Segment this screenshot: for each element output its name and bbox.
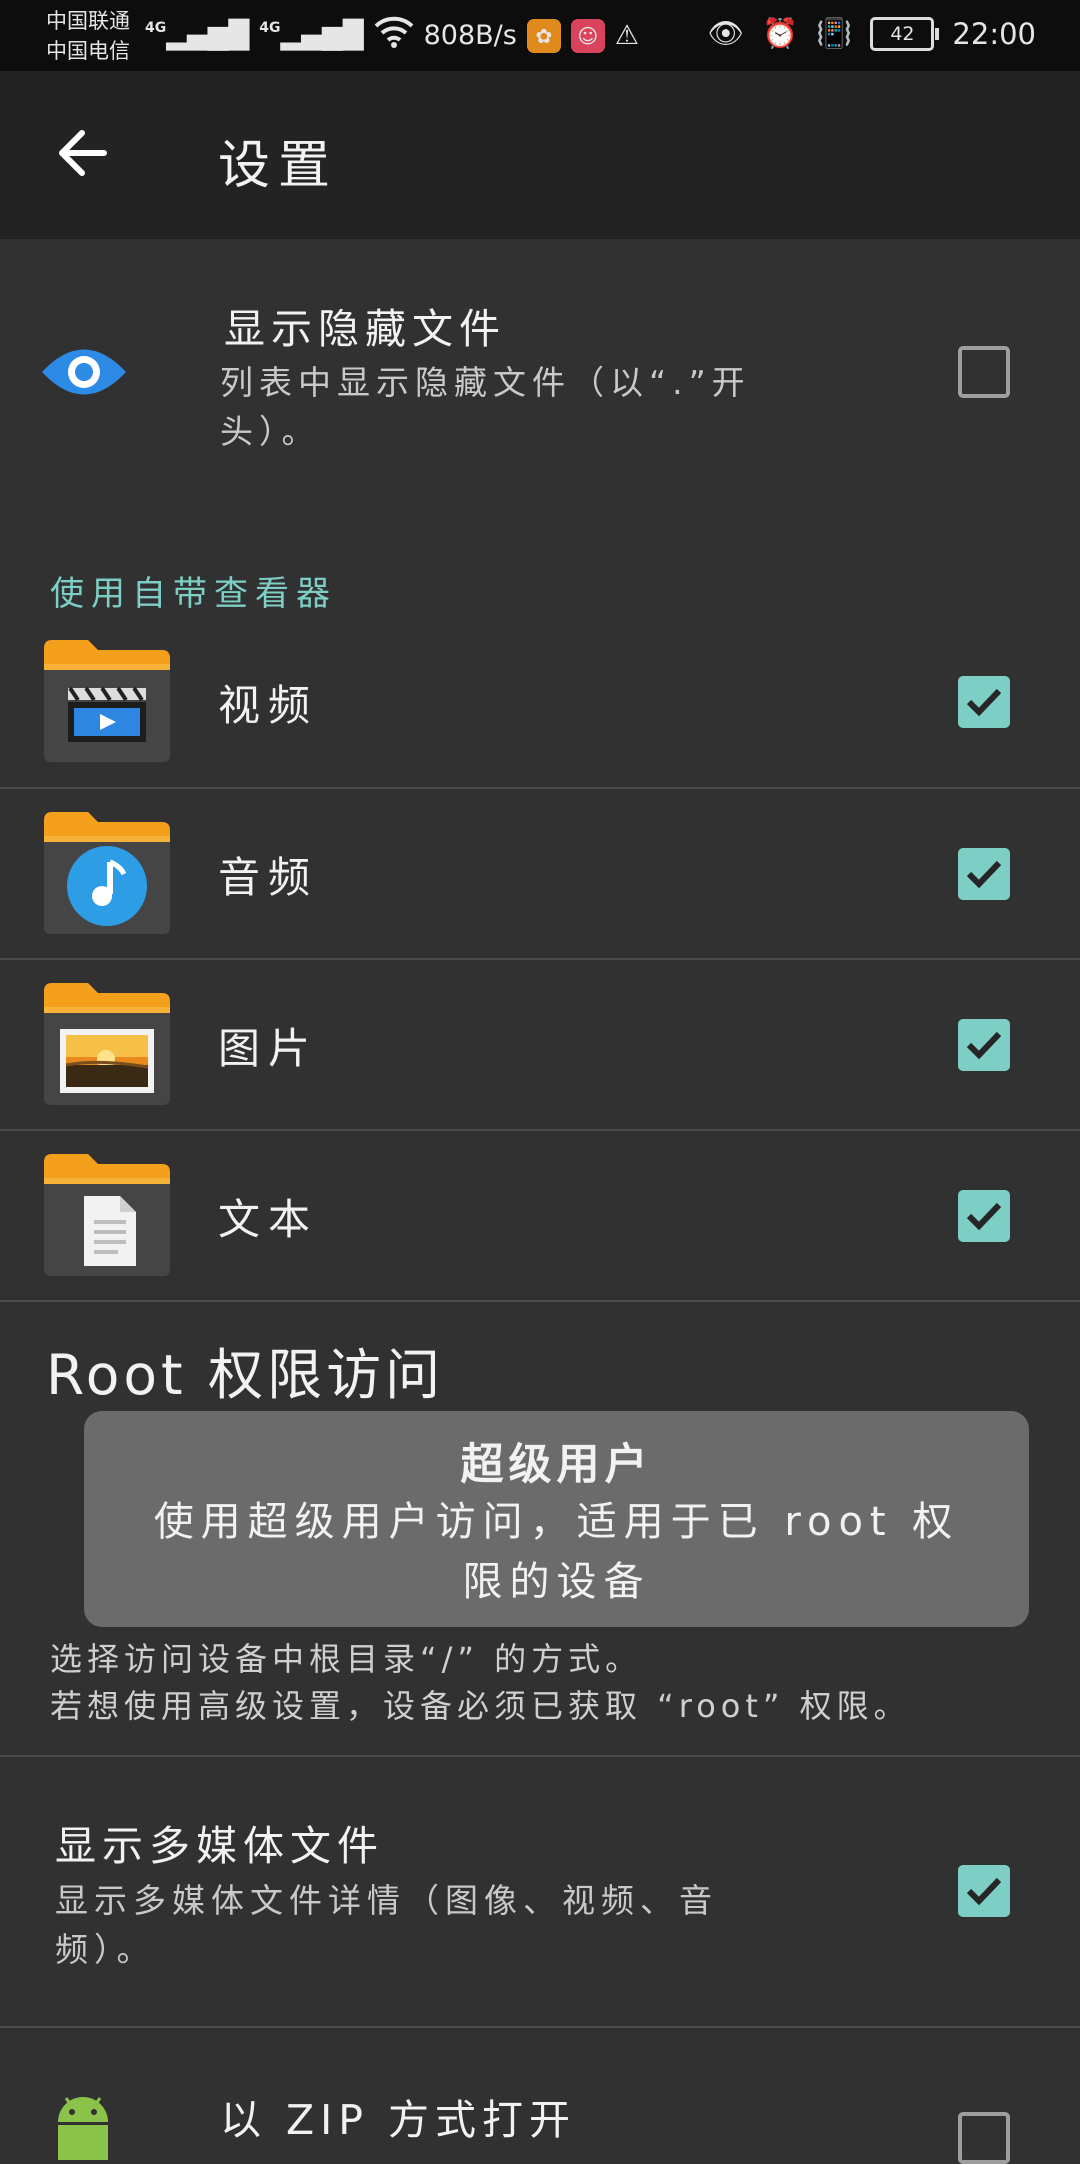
eye-comfort-icon: 👁 [707, 16, 745, 50]
toast-body-line1: 使用超级用户访问，适用于已 root 权 [153, 1499, 960, 1545]
status-left: 4G▂▄▆█ 4G▂▄▆█ 808B/s ✿ ☺ ⚠ [145, 16, 639, 55]
status-right: 👁 ⏰ 📳 42 22:00 [707, 16, 1036, 51]
hidden-files-summary-line1: 列表中显示隐藏文件（以“.”开 [220, 363, 751, 402]
status-bar: 中国联通 中国电信 4G▂▄▆█ 4G▂▄▆█ 808B/s ✿ ☺ ⚠ 👁 ⏰… [0, 0, 1080, 71]
toast-body: 使用超级用户访问，适用于已 root 权 限的设备 [84, 1492, 1029, 1612]
back-arrow-icon[interactable] [52, 121, 116, 185]
clock: 22:00 [952, 16, 1036, 51]
media-files-checkbox[interactable] [958, 1865, 1010, 1917]
viewer-row-image[interactable]: 图片 [0, 960, 1080, 1130]
net-speed: 808B/s [423, 20, 517, 51]
app-notification-icon-2: ☺ [570, 18, 605, 53]
carrier-1: 中国联通 [46, 9, 130, 33]
carrier-2: 中国电信 [46, 39, 130, 63]
video-folder-icon [40, 636, 174, 766]
divider [0, 1300, 1080, 1302]
text-folder-icon [40, 1150, 174, 1280]
hidden-files-summary: 列表中显示隐藏文件（以“.”开 头）。 [220, 358, 751, 456]
hidden-files-summary-line2: 头）。 [220, 412, 321, 451]
page-title: 设置 [218, 136, 339, 196]
toast-body-line2: 限的设备 [462, 1559, 651, 1605]
divider [0, 2026, 1080, 2028]
alarm-icon: ⏰ [762, 16, 799, 50]
viewer-section-header: 使用自带查看器 [50, 574, 337, 614]
battery-icon: 42 [870, 16, 940, 51]
superuser-toast: 超级用户 使用超级用户访问，适用于已 root 权 限的设备 [84, 1411, 1029, 1627]
viewer-row-text[interactable]: 文本 [0, 1131, 1080, 1301]
media-files-title: 显示多媒体文件 [55, 1822, 384, 1870]
signal-icon-2: 4G▂▄▆█ [259, 20, 364, 51]
media-files-summary-line1: 显示多媒体文件详情（图像、视频、音 [55, 1881, 718, 1920]
app-notification-icon: ✿ [526, 18, 561, 53]
video-checkbox[interactable] [958, 676, 1010, 728]
viewer-row-video[interactable]: 视频 [0, 617, 1080, 787]
hidden-files-title: 显示隐藏文件 [224, 305, 506, 353]
media-files-summary: 显示多媒体文件详情（图像、视频、音 频）。 [55, 1876, 718, 1974]
hidden-files-checkbox[interactable] [958, 346, 1010, 398]
toast-title: 超级用户 [460, 1440, 653, 1490]
root-desc-line1: 选择访问设备中根目录“/” 的方式。 [50, 1640, 643, 1678]
audio-folder-icon [40, 808, 174, 938]
vibrate-icon: 📳 [816, 16, 853, 50]
viewer-label-video: 视频 [218, 681, 319, 730]
audio-checkbox[interactable] [958, 848, 1010, 900]
carrier-labels: 中国联通 中国电信 [46, 6, 130, 66]
image-folder-icon [40, 979, 174, 1109]
image-checkbox[interactable] [958, 1019, 1010, 1071]
zip-checkbox[interactable] [958, 2112, 1010, 2164]
app-bar: 设置 [0, 71, 1080, 239]
eye-icon [40, 341, 128, 403]
viewer-label-text: 文本 [218, 1195, 319, 1244]
warning-icon: ⚠ [614, 20, 640, 51]
wifi-icon [374, 16, 414, 55]
signal-icon-1: 4G▂▄▆█ [145, 20, 250, 51]
viewer-row-audio[interactable]: 音频 [0, 789, 1080, 959]
text-checkbox[interactable] [958, 1190, 1010, 1242]
media-files-summary-line2: 频）。 [55, 1930, 156, 1969]
android-icon [50, 2090, 116, 2160]
root-desc-line2: 若想使用高级设置，设备必须已获取 “root” 权限。 [50, 1687, 911, 1725]
root-access-description: 选择访问设备中根目录“/” 的方式。 若想使用高级设置，设备必须已获取 “roo… [50, 1636, 911, 1730]
viewer-label-image: 图片 [218, 1024, 319, 1073]
root-access-title: Root 权限访问 [46, 1343, 445, 1407]
viewer-label-audio: 音频 [218, 853, 319, 902]
zip-title: 以 ZIP 方式打开 [220, 2096, 576, 2144]
divider [0, 1755, 1080, 1757]
